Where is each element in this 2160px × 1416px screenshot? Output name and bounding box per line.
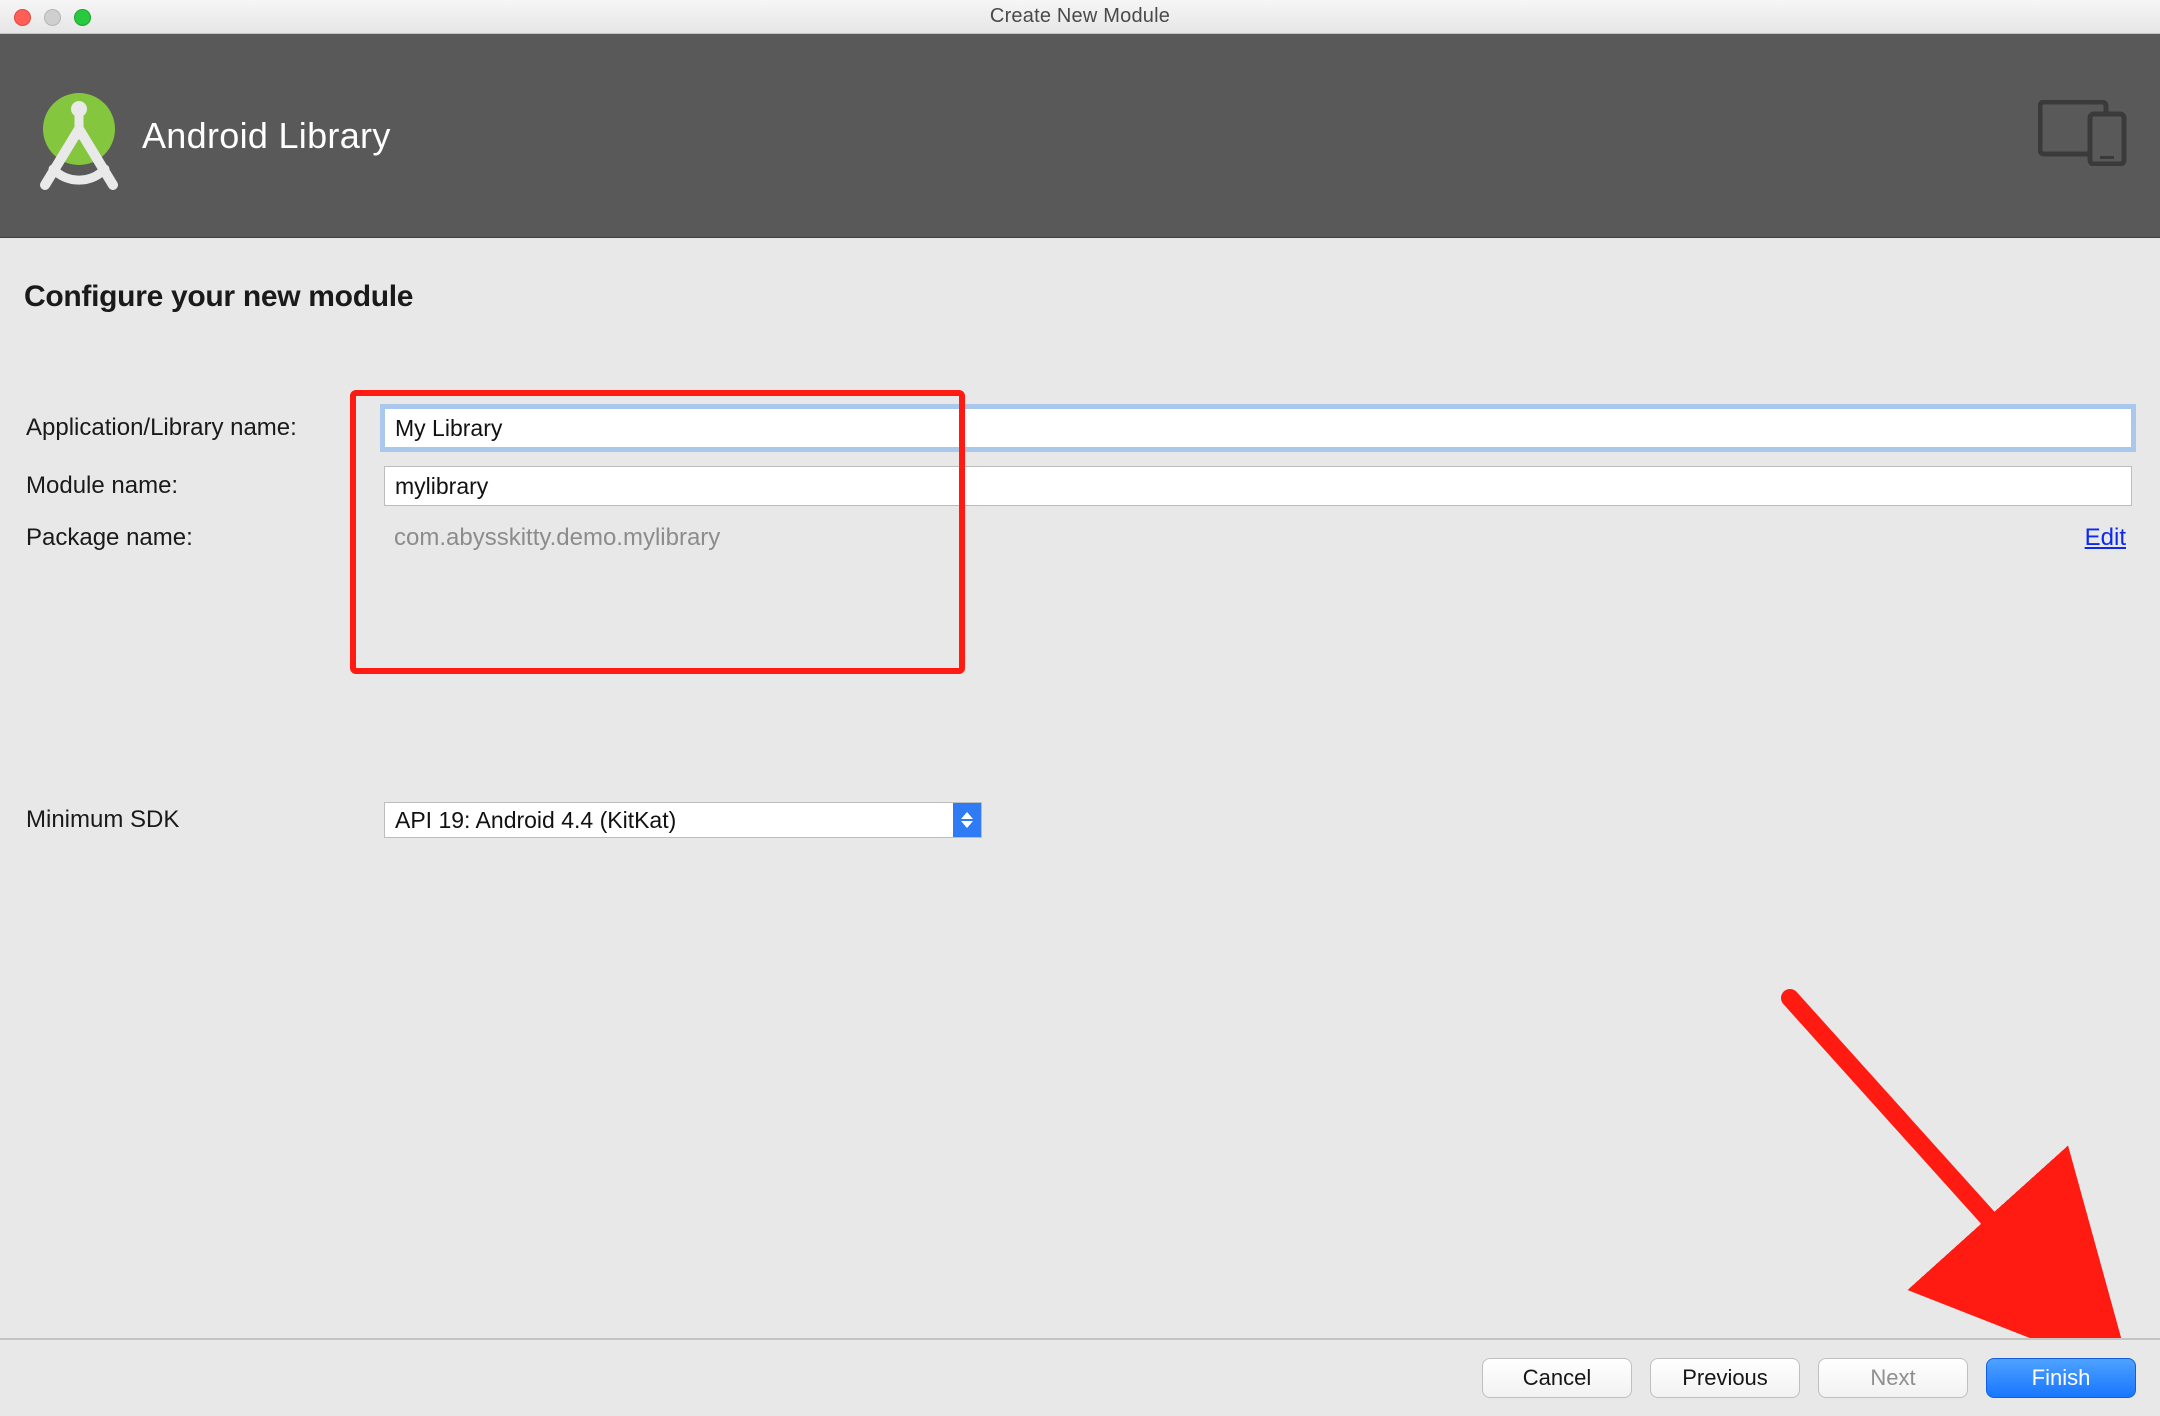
close-window-button[interactable]: [14, 9, 31, 26]
minimum-sdk-label: Minimum SDK: [24, 806, 384, 834]
next-button: Next: [1818, 1358, 1968, 1398]
android-studio-icon: [28, 91, 118, 181]
wizard-body: Configure your new module Application/Li…: [0, 238, 2160, 1416]
annotation-arrow-icon: [1760, 978, 2130, 1348]
edit-package-link[interactable]: Edit: [2085, 524, 2132, 552]
module-name-label: Module name:: [24, 472, 384, 500]
window-title: Create New Module: [990, 5, 1170, 28]
cancel-button[interactable]: Cancel: [1482, 1358, 1632, 1398]
window-titlebar: Create New Module: [0, 0, 2160, 34]
finish-button[interactable]: Finish: [1986, 1358, 2136, 1398]
wizard-footer: Cancel Previous Next Finish: [0, 1338, 2160, 1416]
previous-button[interactable]: Previous: [1650, 1358, 1800, 1398]
minimum-sdk-dropdown-button[interactable]: [953, 803, 981, 837]
app-library-name-label: Application/Library name:: [24, 414, 384, 442]
wizard-header: Android Library: [0, 34, 2160, 238]
app-library-name-input[interactable]: [384, 408, 2132, 448]
package-name-label: Package name:: [24, 524, 384, 552]
package-name-value: com.abysskitty.demo.mylibrary: [384, 524, 2085, 552]
minimum-sdk-select[interactable]: API 19: Android 4.4 (KitKat): [384, 802, 982, 838]
section-title: Configure your new module: [24, 280, 2136, 314]
device-phone-tablet-icon: [2038, 100, 2128, 171]
window-controls: [14, 9, 91, 26]
minimum-sdk-value: API 19: Android 4.4 (KitKat): [385, 807, 953, 834]
zoom-window-button[interactable]: [74, 9, 91, 26]
wizard-title: Android Library: [142, 115, 391, 157]
module-name-input[interactable]: [384, 466, 2132, 506]
minimize-window-button[interactable]: [44, 9, 61, 26]
